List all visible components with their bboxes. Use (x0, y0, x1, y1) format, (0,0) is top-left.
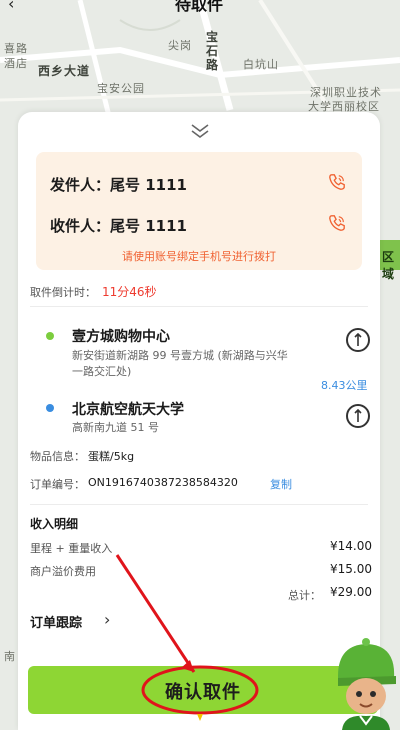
distance-label: 8.43公里 (321, 379, 368, 392)
chevron-down-icon[interactable] (188, 122, 212, 140)
copy-button[interactable]: 复制 (270, 476, 292, 492)
countdown-value: 11分46秒 (102, 285, 157, 299)
top-bar: ‹ 待取件 (0, 0, 400, 14)
map-label: 尖岗 (168, 39, 192, 52)
map-label: 宝石路 (206, 30, 220, 72)
pickup-dot (46, 332, 54, 340)
order-label: 订单编号： (30, 478, 85, 491)
income-title: 收入明细 (30, 517, 79, 531)
chevron-left-icon[interactable]: ‹ (8, 0, 14, 13)
map-label: 宝安公园 (97, 82, 145, 95)
navigation-arrow-icon (354, 333, 362, 346)
map-label: 南 (4, 650, 16, 663)
sender-label: 发件人：尾号 1111 (50, 176, 187, 194)
map-label: 西乡大道 (38, 64, 91, 78)
map-label: 喜路 (4, 42, 28, 55)
dropoff-name: 北京航空航天大学 (72, 402, 184, 418)
order-panel: 发件人：尾号 1111 收件人：尾号 1111 请使用账号绑定手机号进行拨打 取… (18, 112, 380, 730)
income-row-label: 商户溢价费用 (30, 565, 96, 578)
divider (30, 504, 368, 505)
map-label: 白坑山 (243, 58, 279, 71)
countdown-label: 取件倒计时： (30, 286, 96, 299)
pickup-name: 壹方城购物中心 (72, 329, 170, 345)
map-label: 区域 (382, 250, 396, 281)
total-amount: ¥29.00 (330, 585, 372, 599)
phone-icon[interactable] (328, 214, 346, 232)
chevron-right-icon: › (104, 610, 111, 629)
divider (30, 306, 368, 307)
dropoff-dot (46, 404, 54, 412)
income-row-amount: ¥14.00 (330, 539, 372, 553)
phone-icon[interactable] (328, 173, 346, 191)
map-label: 酒店 (4, 57, 28, 70)
navigate-dropoff-button[interactable] (346, 404, 370, 428)
contact-box: 发件人：尾号 1111 收件人：尾号 1111 请使用账号绑定手机号进行拨打 (36, 152, 362, 270)
navigate-pickup-button[interactable] (346, 328, 370, 352)
item-label: 物品信息： (30, 450, 85, 463)
pickup-address-line2: 一路交汇处) (72, 365, 132, 378)
dropoff-address: 高新南九道 51 号 (72, 421, 159, 434)
order-number: ON1916740387238584320 (88, 476, 238, 489)
confirm-pickup-label: 确认取件 (165, 682, 241, 702)
income-row-label: 里程 + 重量收入 (30, 542, 113, 555)
contact-note: 请使用账号绑定手机号进行拨打 (122, 250, 276, 263)
receiver-label: 收件人：尾号 1111 (50, 217, 187, 235)
order-tracking-label: 订单跟踪 (30, 616, 83, 631)
income-row-amount: ¥15.00 (330, 562, 372, 576)
confirm-pickup-button[interactable]: 确认取件 (28, 666, 378, 714)
pickup-address-line1: 新安街道新湖路 99 号壹方城 (新湖路与兴华 (72, 349, 288, 362)
navigation-arrow-icon (354, 409, 362, 422)
page-title: 待取件 (175, 0, 224, 14)
item-value: 蛋糕/5kg (88, 450, 135, 463)
courier-mascot (338, 638, 396, 730)
